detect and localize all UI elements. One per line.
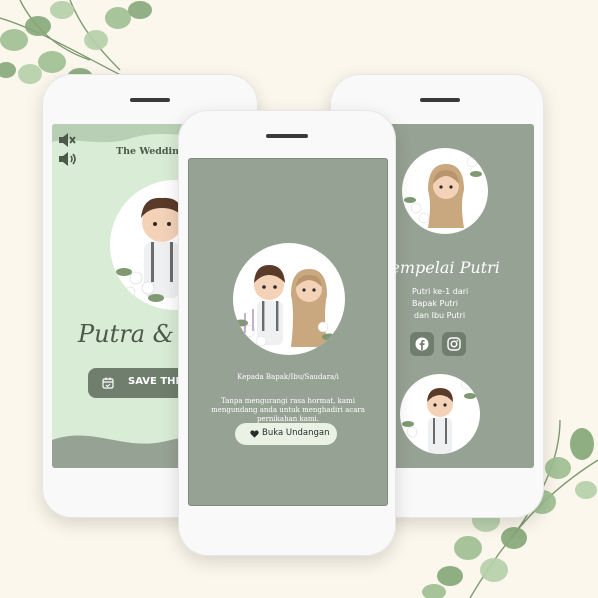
instagram-button[interactable] xyxy=(442,332,466,356)
bride-mother: dan Ibu Putri xyxy=(414,311,466,320)
facebook-button[interactable] xyxy=(410,332,434,356)
facebook-icon xyxy=(415,337,429,351)
couple-illustration xyxy=(233,243,345,355)
groom-illustration xyxy=(400,374,480,454)
invitation-message: Tanpa mengurangi rasa hormat, kami mengu… xyxy=(211,397,365,423)
open-invitation-button[interactable]: Buka Undangan xyxy=(235,423,337,445)
center-phone-screen: Kepada Bapak/Ibu/Saudara/i Tanpa mengura… xyxy=(188,158,388,506)
center-phone-speaker xyxy=(266,134,308,138)
speaker-mute-icon[interactable] xyxy=(58,132,76,148)
instagram-icon xyxy=(447,337,461,351)
bride-child-order: Putri ke-1 dari xyxy=(412,287,469,296)
bride-section-title: Mempelai Putri xyxy=(374,258,534,277)
heart-icon xyxy=(250,430,259,438)
right-phone-speaker xyxy=(420,98,460,102)
open-invitation-label: Buka Undangan xyxy=(262,428,330,438)
left-phone-speaker xyxy=(130,98,170,102)
speaker-on-icon[interactable] xyxy=(58,151,78,167)
bride-illustration xyxy=(402,148,488,234)
center-phone: Kepada Bapak/Ibu/Saudara/i Tanpa mengura… xyxy=(178,110,396,556)
recipient-label: Kepada Bapak/Ibu/Saudara/i xyxy=(237,373,339,381)
bride-father: Bapak Putri xyxy=(412,299,458,308)
calendar-icon xyxy=(102,377,114,389)
